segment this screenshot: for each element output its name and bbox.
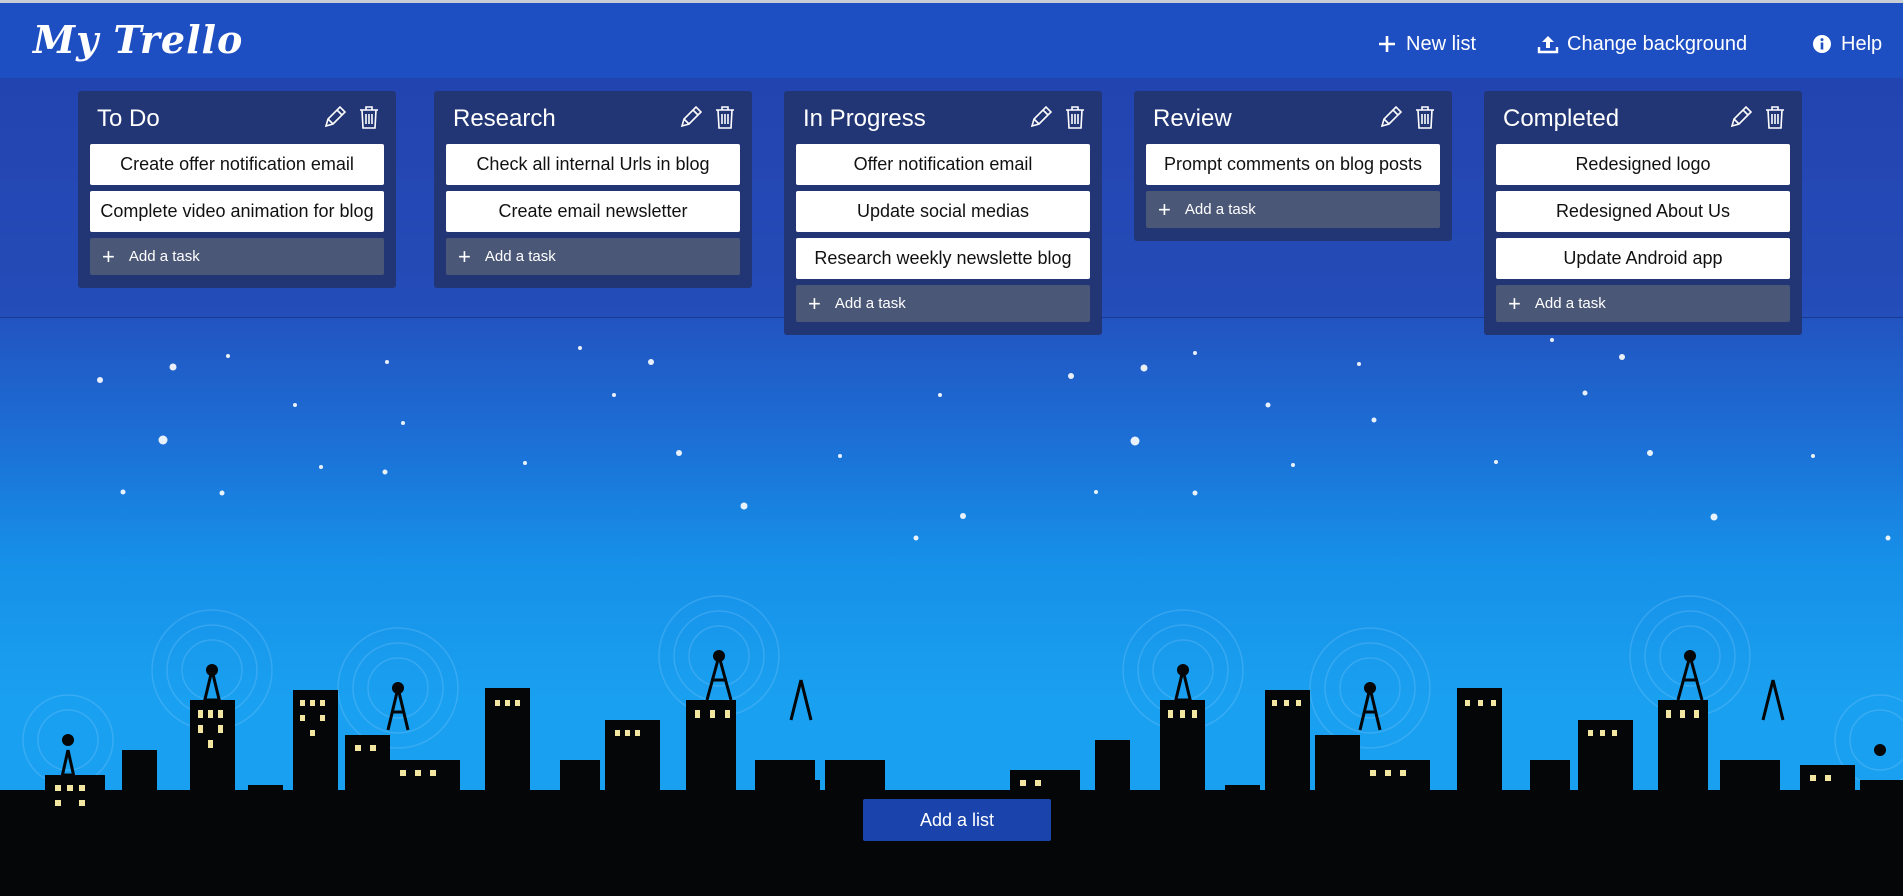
add-task-label: Add a task bbox=[1184, 201, 1256, 218]
app-logo[interactable]: My Trello bbox=[33, 17, 243, 62]
add-task-button[interactable]: + Add a task bbox=[446, 238, 740, 275]
plus-icon: + bbox=[458, 243, 471, 269]
edit-pencil-icon[interactable] bbox=[677, 103, 705, 131]
add-task-label: Add a task bbox=[484, 248, 556, 265]
task-card[interactable]: Complete video animation for blog bbox=[90, 191, 384, 232]
plus-icon: + bbox=[808, 290, 821, 316]
plus-icon bbox=[1376, 33, 1398, 55]
add-list-button[interactable]: Add a list bbox=[863, 799, 1051, 841]
add-task-button[interactable]: + Add a task bbox=[1146, 191, 1440, 228]
list-actions bbox=[1377, 103, 1439, 131]
edit-pencil-icon[interactable] bbox=[1027, 103, 1055, 131]
list-completed: Completed Redesigned logo Redesigned Abo… bbox=[1484, 91, 1802, 335]
add-task-label: Add a task bbox=[128, 248, 200, 265]
trash-icon[interactable] bbox=[711, 103, 739, 131]
help-label: Help bbox=[1841, 32, 1883, 55]
list-review: Review Prompt comments on blog posts + Ad… bbox=[1134, 91, 1452, 241]
trash-icon[interactable] bbox=[1061, 103, 1089, 131]
list-header: In Progress bbox=[796, 91, 1090, 144]
list-title: In Progress bbox=[803, 105, 926, 132]
edit-pencil-icon[interactable] bbox=[1727, 103, 1755, 131]
new-list-label: New list bbox=[1406, 32, 1477, 55]
list-title: Completed bbox=[1503, 105, 1620, 132]
plus-icon: + bbox=[102, 243, 115, 269]
list-header: To Do bbox=[90, 91, 384, 144]
plus-icon: + bbox=[1508, 290, 1521, 316]
list-actions bbox=[1027, 103, 1089, 131]
edit-pencil-icon[interactable] bbox=[1377, 103, 1405, 131]
list-to-do: To Do Create offer notification email Co… bbox=[78, 91, 396, 288]
trash-icon[interactable] bbox=[1761, 103, 1789, 131]
task-card[interactable]: Research weekly newslette blog bbox=[796, 238, 1090, 279]
change-background-button[interactable]: Change background bbox=[1537, 29, 1747, 59]
info-icon bbox=[1811, 33, 1833, 55]
list-in-progress: In Progress Offer notification email Upd… bbox=[784, 91, 1102, 335]
trash-icon[interactable] bbox=[1411, 103, 1439, 131]
list-title: To Do bbox=[97, 105, 160, 132]
task-card[interactable]: Prompt comments on blog posts bbox=[1146, 144, 1440, 185]
top-navbar: My Trello New list Change background Hel… bbox=[0, 3, 1903, 78]
add-task-button[interactable]: + Add a task bbox=[90, 238, 384, 275]
list-research: Research Check all internal Urls in blog… bbox=[434, 91, 752, 288]
list-header: Research bbox=[446, 91, 740, 144]
trash-icon[interactable] bbox=[355, 103, 383, 131]
list-actions bbox=[677, 103, 739, 131]
task-card[interactable]: Check all internal Urls in blog bbox=[446, 144, 740, 185]
task-card[interactable]: Create offer notification email bbox=[90, 144, 384, 185]
list-title: Research bbox=[453, 105, 556, 132]
list-header: Review bbox=[1146, 91, 1440, 144]
add-task-label: Add a task bbox=[1534, 295, 1606, 312]
plus-icon: + bbox=[1158, 196, 1171, 222]
list-header: Completed bbox=[1496, 91, 1790, 144]
add-task-label: Add a task bbox=[834, 295, 906, 312]
add-task-button[interactable]: + Add a task bbox=[796, 285, 1090, 322]
list-title: Review bbox=[1153, 105, 1232, 132]
task-card[interactable]: Create email newsletter bbox=[446, 191, 740, 232]
list-actions bbox=[1727, 103, 1789, 131]
upload-icon bbox=[1537, 33, 1559, 55]
edit-pencil-icon[interactable] bbox=[321, 103, 349, 131]
task-card[interactable]: Update social medias bbox=[796, 191, 1090, 232]
task-card[interactable]: Redesigned About Us bbox=[1496, 191, 1790, 232]
task-card[interactable]: Redesigned logo bbox=[1496, 144, 1790, 185]
change-background-label: Change background bbox=[1567, 32, 1748, 55]
task-card[interactable]: Offer notification email bbox=[796, 144, 1090, 185]
add-task-button[interactable]: + Add a task bbox=[1496, 285, 1790, 322]
list-actions bbox=[321, 103, 383, 131]
new-list-button[interactable]: New list bbox=[1376, 29, 1476, 59]
task-card[interactable]: Update Android app bbox=[1496, 238, 1790, 279]
help-button[interactable]: Help bbox=[1811, 29, 1882, 59]
